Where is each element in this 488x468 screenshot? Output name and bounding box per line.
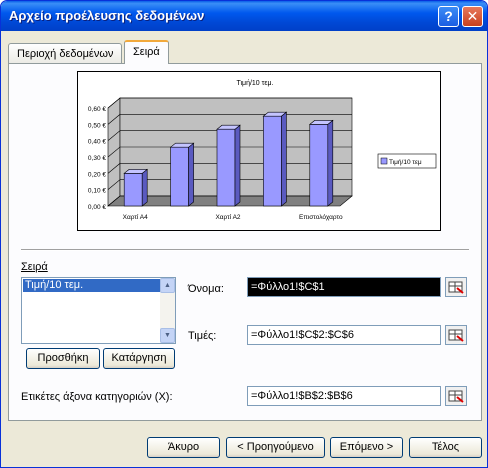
y-tick-label: 0,00 € [88, 204, 106, 211]
bar [170, 146, 189, 207]
separator [21, 249, 469, 251]
data-source-dialog: Αρχείο προέλευσης δεδομένων ? ✕ Περιοχή … [0, 0, 488, 468]
category-range-picker-button[interactable] [445, 386, 467, 406]
bar [123, 173, 143, 207]
add-series-button[interactable]: Προσθήκη [26, 348, 100, 369]
values-field[interactable]: =Φύλλο1!$C$2:$C$6 [247, 325, 441, 345]
listbox-scrollbar[interactable]: ▲ ▼ [160, 278, 175, 343]
y-tick-label: 0,60 € [88, 106, 106, 113]
bar-side [281, 111, 287, 207]
category-labels-field[interactable]: =Φύλλο1!$B$2:$B$6 [247, 386, 441, 406]
bar-side [141, 168, 148, 207]
window-title: Αρχείο προέλευσης δεδομένων [9, 8, 205, 23]
title-bar: Αρχείο προέλευσης δεδομένων ? ✕ [1, 1, 487, 31]
x-tick-label: Χαρτί Α2 [215, 213, 240, 221]
scroll-down-icon[interactable]: ▼ [160, 328, 175, 343]
bar-side [234, 124, 241, 207]
scroll-up-icon[interactable]: ▲ [160, 278, 175, 293]
category-labels-label: Ετικέτες άξονα κατηγοριών (X): [21, 391, 173, 403]
bar-side [188, 142, 194, 207]
next-button[interactable]: Επόμενο > [330, 437, 403, 458]
close-button[interactable]: ✕ [462, 6, 483, 27]
back-button[interactable]: < Προηγούμενο [226, 437, 325, 458]
series-label: Σειρά [21, 261, 48, 273]
tab-data-range[interactable]: Περιοχή δεδομένων [8, 43, 123, 63]
name-field[interactable]: =Φύλλο1!$C$1 [247, 277, 441, 297]
cancel-button[interactable]: Άκυρο [147, 437, 220, 458]
name-range-picker-button[interactable] [445, 277, 467, 297]
chart-svg: 0,00 € 0,10 € 0,20 € 0,30 € 0,40 € 0,50 € 0,60… [88, 80, 437, 221]
range-picker-icon [448, 329, 464, 342]
y-tick-label: 0,50 € [88, 122, 106, 129]
y-tick-label: 0,40 € [88, 139, 106, 146]
chart-preview: 0,00 € 0,10 € 0,20 € 0,30 € 0,40 € 0,50 € 0,60… [77, 71, 441, 231]
values-range-picker-button[interactable] [445, 325, 467, 345]
range-picker-icon [448, 281, 464, 294]
y-tick-label: 0,30 € [88, 155, 106, 162]
tab-series[interactable]: Σειρά [124, 40, 169, 64]
chart-title: Τιμή/10 τεμ. [236, 80, 273, 87]
remove-series-button[interactable]: Κατάργηση [103, 348, 175, 369]
bar [216, 128, 236, 207]
name-label: Όνομα: [188, 283, 224, 295]
bar [263, 115, 282, 207]
bar [309, 124, 329, 207]
range-picker-icon [448, 390, 464, 403]
series-listbox[interactable]: Τιμή/10 τεμ. ▲ ▼ [21, 277, 176, 344]
legend-label: Τιμή/10 τεμ [389, 159, 422, 166]
x-tick-label: Επιστολόχαρτο [299, 213, 343, 221]
values-label: Τιμές: [188, 330, 217, 342]
y-tick-label: 0,20 € [88, 171, 106, 178]
legend-swatch [380, 157, 388, 165]
series-list-item[interactable]: Τιμή/10 τεμ. [23, 279, 161, 292]
help-button[interactable]: ? [438, 6, 459, 27]
bar-side [327, 119, 334, 207]
x-tick-label: Χαρτί Α4 [123, 213, 148, 221]
finish-button[interactable]: Τέλος [409, 437, 482, 458]
y-tick-label: 0,10 € [88, 188, 106, 195]
